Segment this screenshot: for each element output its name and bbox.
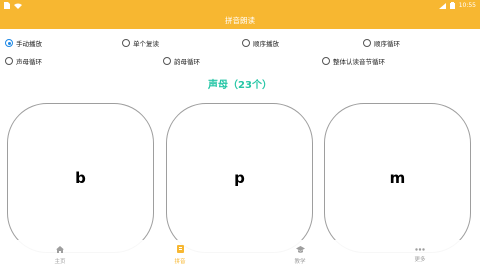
radio-icon[interactable] [363,39,371,47]
nav-label: 教学 [294,258,306,265]
signal-icon [438,2,446,9]
option-sequential-loop[interactable]: 顺序循环 [363,38,400,48]
pinyin-letter: b [75,169,86,187]
pinyin-card[interactable]: b [7,103,154,253]
option-single-repeat[interactable]: 单个复读 [122,38,159,48]
radio-icon[interactable] [5,57,13,65]
option-whole-syllable-loop[interactable]: 整体认读音节循环 [322,56,385,66]
status-bar: 10:55 [0,0,480,11]
radio-icon[interactable] [242,39,250,47]
home-icon [56,245,64,253]
radio-icon[interactable] [122,39,130,47]
pinyin-icon [176,245,184,253]
radio-icon[interactable] [5,39,13,47]
nav-label: 拼音 [174,259,186,265]
battery-icon [449,2,455,9]
option-label: 顺序播放 [253,40,279,48]
option-initials-loop[interactable]: 声母循环 [5,56,42,66]
radio-icon[interactable] [322,57,330,65]
section-title: 声母（23个） [208,80,272,91]
bottom-navigation: 主页 拼音 教学 更多 [0,240,480,270]
nav-item-more[interactable]: 更多 [360,240,480,270]
option-manual-play[interactable]: 手动播放 [5,38,42,48]
nav-label: 主页 [54,258,66,265]
option-label: 单个复读 [133,40,159,48]
option-sequential-play[interactable]: 顺序播放 [242,38,279,48]
page-title: 拼音朗读 [225,15,255,25]
pinyin-card[interactable]: p [166,103,313,253]
pinyin-letter: p [234,169,245,187]
option-label: 声母循环 [16,58,42,66]
graduation-cap-icon [295,245,305,253]
nav-item-pinyin[interactable]: 拼音 [120,240,240,270]
nav-label: 更多 [414,256,426,263]
radio-icon[interactable] [163,57,171,65]
pinyin-letter: m [389,169,406,187]
status-time: 10:55 [458,2,476,9]
option-finals-loop[interactable]: 韵母循环 [163,56,200,66]
pinyin-card[interactable]: m [324,103,471,253]
option-label: 顺序循环 [374,40,400,48]
wifi-icon [14,3,22,9]
sim-icon [4,2,10,9]
more-dots-icon [415,247,425,251]
nav-item-home[interactable]: 主页 [0,240,120,270]
app-bar: 拼音朗读 [0,11,480,29]
option-label: 手动播放 [16,40,42,48]
option-label: 整体认读音节循环 [333,58,385,66]
nav-item-teaching[interactable]: 教学 [240,240,360,270]
option-label: 韵母循环 [174,58,200,66]
